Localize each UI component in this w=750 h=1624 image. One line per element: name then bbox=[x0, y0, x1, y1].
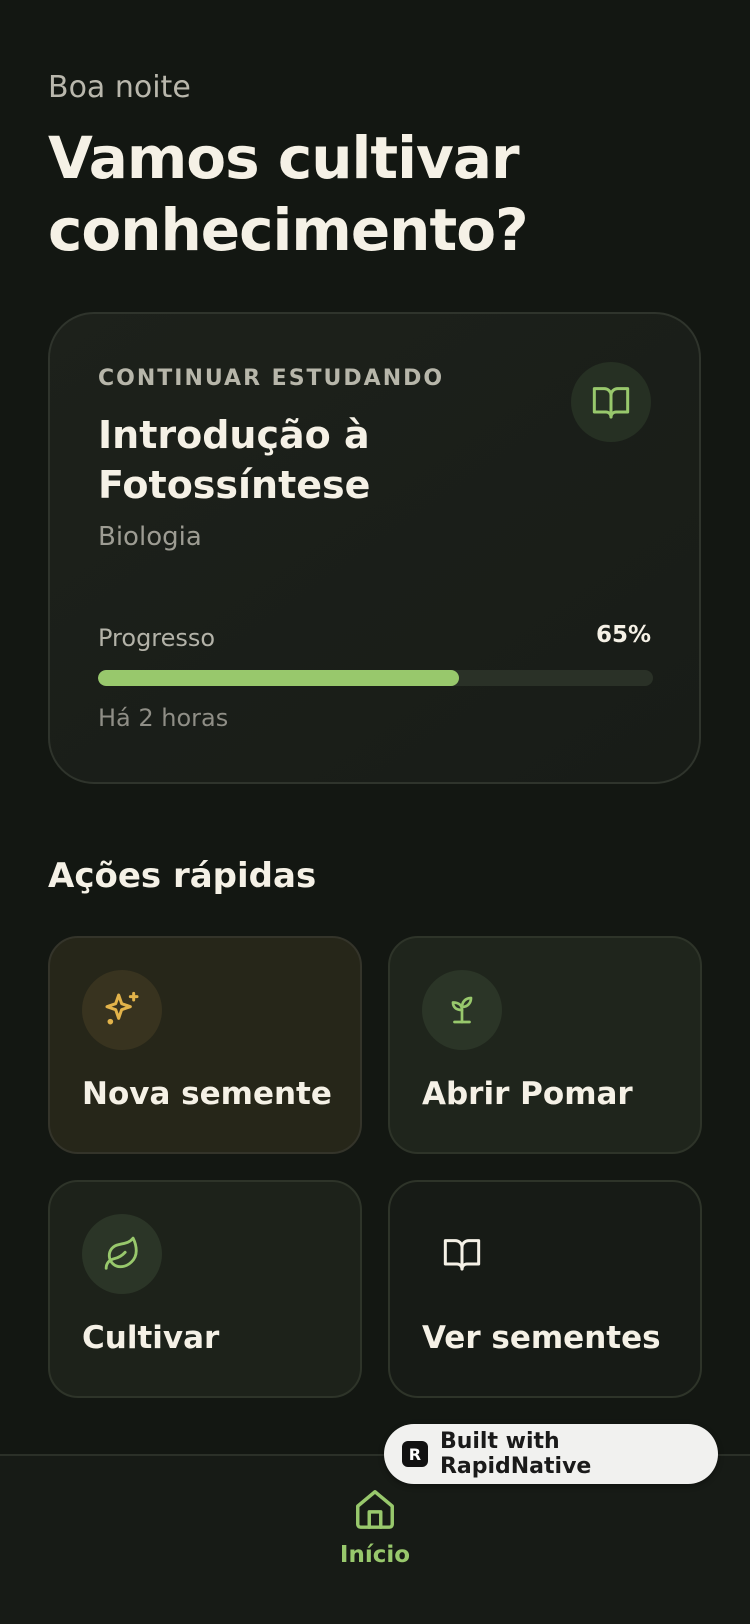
page-title: Vamos cultivar conhecimento? bbox=[48, 124, 529, 264]
tab-home-label: Início bbox=[339, 1542, 411, 1568]
cultivate-label: Cultivar bbox=[82, 1320, 220, 1356]
progress-bar-fill bbox=[98, 670, 459, 686]
greeting-text: Boa noite bbox=[48, 70, 191, 105]
leaf-icon bbox=[82, 1214, 162, 1294]
new-seed-label: Nova semente bbox=[82, 1076, 332, 1112]
progress-bar bbox=[98, 670, 653, 686]
sprout-icon bbox=[422, 970, 502, 1050]
home-screen: Boa noite Vamos cultivar conhecimento? C… bbox=[0, 0, 750, 1624]
home-icon bbox=[356, 1490, 394, 1529]
continue-studying-card[interactable]: CONTINUAR ESTUDANDO Introdução à Fotossí… bbox=[48, 312, 701, 784]
view-seeds-button[interactable]: Ver sementes bbox=[388, 1180, 702, 1398]
rapidnative-logo-icon: R bbox=[402, 1441, 428, 1467]
open-book-icon bbox=[571, 362, 651, 442]
new-seed-button[interactable]: Nova semente bbox=[48, 936, 362, 1154]
lesson-title: Introdução à Fotossíntese bbox=[98, 413, 371, 507]
quick-actions-title: Ações rápidas bbox=[48, 856, 317, 896]
built-with-badge[interactable]: R Built with RapidNative bbox=[384, 1424, 718, 1484]
last-studied-time: Há 2 horas bbox=[98, 704, 229, 732]
progress-label: Progresso bbox=[98, 624, 216, 652]
book-icon bbox=[422, 1214, 502, 1294]
progress-value: 65% bbox=[595, 622, 651, 648]
lesson-subject: Biologia bbox=[98, 522, 202, 552]
view-seeds-label: Ver sementes bbox=[422, 1320, 661, 1356]
open-orchard-label: Abrir Pomar bbox=[422, 1076, 633, 1112]
open-orchard-button[interactable]: Abrir Pomar bbox=[388, 936, 702, 1154]
continue-studying-label: CONTINUAR ESTUDANDO bbox=[98, 366, 445, 391]
built-with-label: Built with RapidNative bbox=[439, 1429, 592, 1479]
sparkles-icon bbox=[82, 970, 162, 1050]
tab-home[interactable]: Início bbox=[325, 1486, 425, 1586]
cultivate-button[interactable]: Cultivar bbox=[48, 1180, 362, 1398]
